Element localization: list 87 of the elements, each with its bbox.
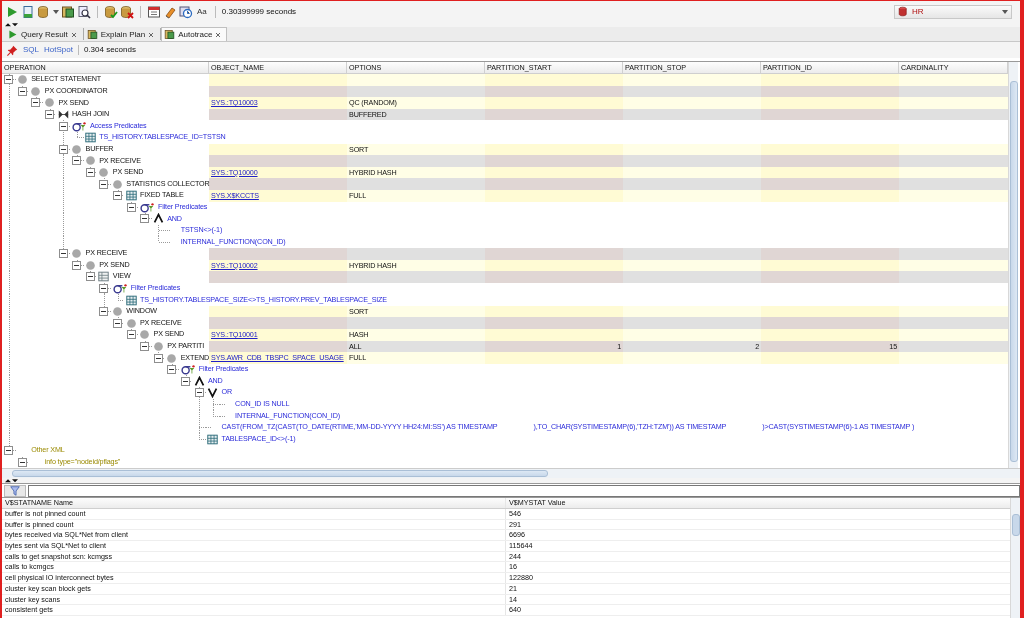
collapse-button[interactable] bbox=[4, 446, 14, 456]
grid-icon bbox=[98, 271, 110, 283]
circle-icon bbox=[71, 248, 83, 260]
collapse-button[interactable] bbox=[153, 353, 163, 363]
grid-icon bbox=[84, 132, 96, 144]
circle-icon bbox=[30, 85, 42, 97]
tab[interactable]: Explain Plan bbox=[83, 27, 161, 41]
calendar-icon[interactable] bbox=[147, 4, 161, 19]
filter-icon bbox=[70, 120, 87, 132]
tab[interactable]: Autotrace bbox=[161, 27, 228, 41]
close-icon[interactable] bbox=[70, 31, 77, 38]
collapse-button[interactable] bbox=[58, 144, 68, 154]
database-icon[interactable] bbox=[37, 4, 51, 19]
grid-icon bbox=[207, 433, 219, 445]
collapse-button[interactable] bbox=[99, 284, 109, 293]
circle-icon bbox=[44, 97, 56, 109]
and-icon bbox=[193, 375, 205, 387]
filter-field[interactable] bbox=[28, 484, 1020, 497]
link[interactable]: SQL bbox=[23, 44, 39, 56]
funnel-icon bbox=[10, 485, 20, 496]
close-icon[interactable] bbox=[215, 31, 222, 38]
tab[interactable]: Query Result bbox=[4, 27, 83, 41]
circle-icon bbox=[166, 352, 178, 364]
and-icon bbox=[152, 213, 164, 225]
circle-icon bbox=[125, 317, 137, 329]
circle-icon bbox=[139, 329, 151, 341]
grid-icon bbox=[125, 294, 137, 306]
connection-name: HR bbox=[912, 5, 924, 18]
collapse-button[interactable] bbox=[126, 330, 136, 340]
database-check-icon[interactable] bbox=[104, 4, 118, 19]
collapse-button[interactable] bbox=[4, 75, 14, 85]
elapsed-time: 0.30399999 seconds bbox=[221, 5, 297, 18]
database-icon bbox=[898, 6, 909, 17]
collapse-button[interactable] bbox=[181, 376, 190, 386]
collapse-button[interactable] bbox=[72, 260, 82, 270]
collapse-button[interactable] bbox=[72, 156, 82, 166]
pin-icon[interactable] bbox=[7, 44, 18, 56]
collapse-button[interactable] bbox=[85, 168, 95, 178]
collapse-button[interactable] bbox=[113, 191, 123, 201]
circle-icon bbox=[112, 178, 124, 190]
filter-icon bbox=[138, 201, 155, 213]
collapse-button[interactable] bbox=[113, 318, 123, 328]
format-button[interactable]: Aa bbox=[195, 5, 209, 18]
vertical-scrollbar[interactable] bbox=[1008, 62, 1018, 468]
collapse-button[interactable] bbox=[17, 86, 27, 96]
connection-dropdown[interactable]: HR bbox=[894, 4, 1012, 19]
bowtie-icon bbox=[57, 109, 69, 121]
caret-icon[interactable] bbox=[53, 8, 59, 15]
collapse-button[interactable] bbox=[167, 365, 177, 375]
tables-icon bbox=[164, 29, 176, 40]
circle-icon bbox=[152, 340, 164, 352]
circle-icon bbox=[112, 306, 124, 318]
magnifier-icon[interactable] bbox=[77, 4, 91, 19]
horizontal-scrollbar[interactable] bbox=[2, 468, 1020, 478]
collapse-button[interactable] bbox=[99, 307, 109, 317]
filter-icon bbox=[179, 364, 196, 376]
tables-icon[interactable] bbox=[61, 4, 75, 19]
collapse-button[interactable] bbox=[126, 202, 136, 212]
vertical-scrollbar[interactable] bbox=[1010, 498, 1020, 618]
collapse-button[interactable] bbox=[58, 121, 68, 131]
collapse-button[interactable] bbox=[140, 214, 150, 224]
close-icon[interactable] bbox=[148, 31, 155, 38]
collapse-button[interactable] bbox=[99, 179, 109, 189]
circle-icon bbox=[84, 259, 96, 271]
collapse-button[interactable] bbox=[45, 110, 55, 120]
caret-icon bbox=[1002, 8, 1008, 15]
database-cross-icon[interactable] bbox=[120, 4, 134, 19]
play-icon bbox=[7, 29, 18, 40]
circle-icon bbox=[16, 74, 28, 86]
link[interactable]: HotSpot bbox=[44, 44, 73, 56]
collapse-button[interactable] bbox=[31, 98, 41, 108]
circle-icon bbox=[98, 167, 110, 179]
collapse-button[interactable] bbox=[140, 341, 150, 351]
grid-icon bbox=[125, 190, 137, 202]
document-icon[interactable] bbox=[21, 4, 35, 19]
collapse-button[interactable] bbox=[194, 388, 204, 398]
clock-icon[interactable] bbox=[179, 4, 193, 19]
splitter-arrows-icon[interactable] bbox=[5, 478, 18, 483]
or-icon bbox=[207, 387, 219, 399]
elapsed-time: 0.304 seconds bbox=[83, 44, 136, 56]
collapse-button[interactable] bbox=[17, 457, 27, 467]
collapse-button[interactable] bbox=[85, 272, 95, 282]
splitter-arrows-icon[interactable] bbox=[5, 22, 18, 27]
filter-icon bbox=[111, 283, 128, 294]
circle-icon bbox=[84, 155, 96, 167]
collapse-button[interactable] bbox=[58, 249, 68, 259]
circle-icon bbox=[71, 143, 83, 155]
